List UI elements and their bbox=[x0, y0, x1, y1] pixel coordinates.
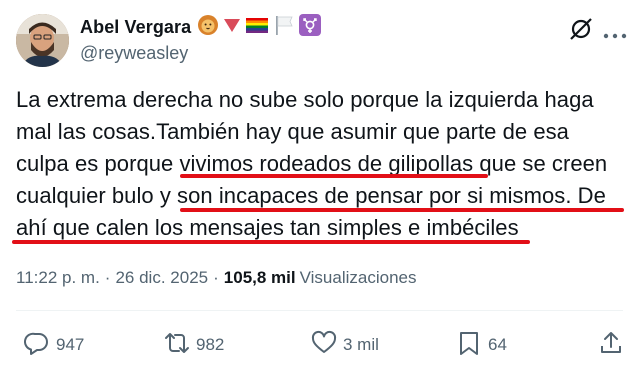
tweet-time[interactable]: 11:22 p. m. bbox=[16, 268, 100, 288]
repost-count: 982 bbox=[196, 335, 225, 354]
bookmark-button[interactable]: 64 bbox=[456, 330, 507, 360]
views-count: 105,8 mil bbox=[223, 268, 296, 287]
annotation-underline bbox=[180, 208, 624, 212]
author-display-name[interactable]: Abel Vergara bbox=[80, 17, 191, 38]
reply-count: 947 bbox=[56, 335, 85, 354]
action-bar: 947 982 3 mil 64 bbox=[0, 330, 639, 360]
reply-icon bbox=[24, 330, 50, 361]
share-icon bbox=[598, 330, 624, 361]
meta-separator: · bbox=[213, 268, 219, 287]
like-button[interactable]: 3 mil bbox=[311, 330, 379, 360]
annotation-underline bbox=[12, 240, 530, 244]
bookmark-icon bbox=[456, 330, 482, 361]
author-handle[interactable]: @reyweasley bbox=[80, 43, 188, 64]
tweet-text: La extrema derecha no sube solo porque l… bbox=[16, 84, 626, 244]
bookmark-count: 64 bbox=[488, 335, 507, 354]
avatar-photo bbox=[16, 14, 69, 67]
heart-icon bbox=[311, 330, 337, 361]
more-options-icon[interactable] bbox=[603, 27, 627, 39]
reply-button[interactable]: 947 bbox=[24, 330, 84, 360]
author-name-row: Abel Vergara bbox=[80, 13, 322, 41]
annotation-underline bbox=[180, 174, 488, 178]
avatar[interactable] bbox=[16, 14, 69, 67]
white-flag-emoji-icon bbox=[273, 14, 295, 41]
lion-emoji-icon bbox=[197, 14, 219, 41]
share-button[interactable] bbox=[598, 330, 624, 360]
rainbow-flag-emoji-icon bbox=[245, 15, 269, 40]
repost-icon bbox=[164, 330, 190, 361]
meta-separator: · bbox=[104, 268, 111, 287]
like-count: 3 mil bbox=[343, 335, 379, 354]
repost-button[interactable]: 982 bbox=[164, 330, 224, 360]
views-label: Visualizaciones bbox=[299, 268, 417, 287]
tweet-meta: 11:22 p. m. · 26 dic. 2025 · 105,8 mil V… bbox=[16, 268, 416, 288]
tweet-line: La extrema derecha no sube solo porque l… bbox=[16, 87, 594, 112]
red-triangle-emoji-icon bbox=[223, 17, 241, 38]
tweet-date[interactable]: 26 dic. 2025 bbox=[115, 268, 208, 288]
divider bbox=[16, 310, 623, 311]
grok-icon[interactable] bbox=[568, 16, 594, 42]
tweet-line: mal las cosas.También hay que asumir que… bbox=[16, 119, 569, 144]
author-badges bbox=[197, 13, 322, 41]
transgender-symbol-emoji-icon bbox=[299, 13, 322, 41]
